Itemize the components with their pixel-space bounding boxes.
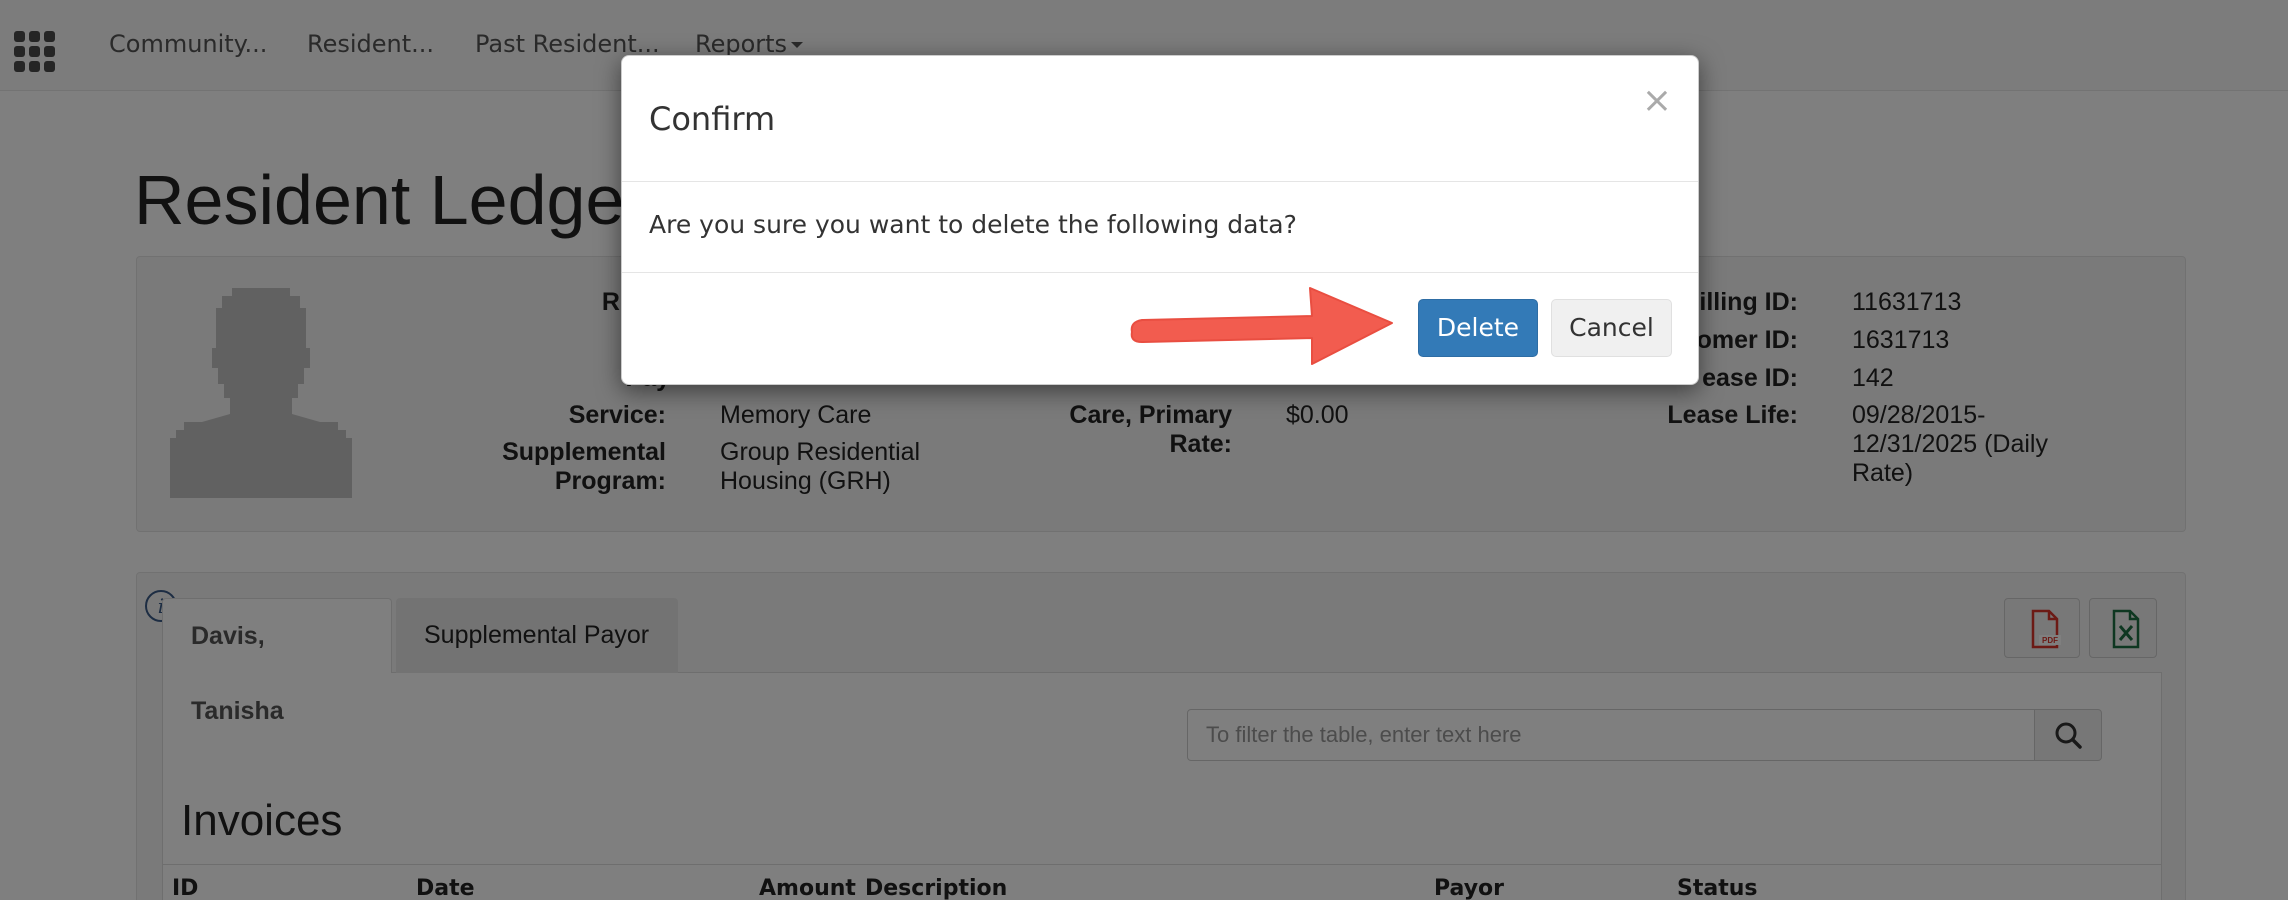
cancel-button[interactable]: Cancel	[1551, 299, 1672, 357]
arrow-annotation	[1130, 287, 1393, 365]
modal-title: Confirm	[649, 100, 776, 138]
modal-header: Confirm ×	[622, 56, 1698, 182]
delete-button[interactable]: Delete	[1418, 299, 1538, 357]
modal-message: Are you sure you want to delete the foll…	[649, 210, 1297, 239]
close-icon[interactable]: ×	[1642, 80, 1672, 121]
